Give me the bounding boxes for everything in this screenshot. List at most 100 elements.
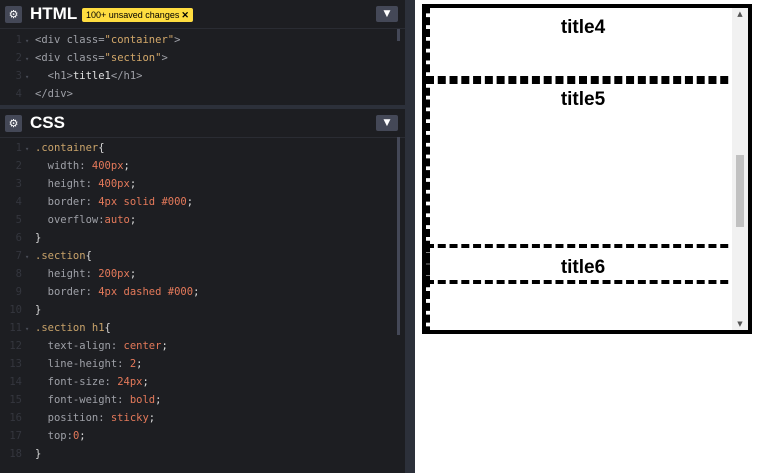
code-token: .container (35, 142, 99, 154)
code-token: ; (155, 394, 162, 406)
section-title: title6 (560, 257, 606, 278)
code-token: class= (66, 52, 105, 64)
code-token: top: (35, 430, 73, 442)
code-token: ; (186, 196, 194, 208)
container-preview[interactable]: title4 title5 title6 ▲ ▼ (422, 4, 752, 334)
section-box: title6 (426, 244, 740, 330)
preview-scrollbar[interactable]: ▲ ▼ (732, 8, 748, 330)
code-line[interactable]: 2 ▾ <div class="section"> (0, 49, 405, 67)
line-number: 10 (9, 304, 22, 316)
code-token: border: (35, 196, 99, 208)
code-token: ; (161, 340, 168, 352)
code-token: border: (35, 286, 99, 298)
code-token: 400px (98, 178, 130, 190)
line-number: 2 (15, 160, 22, 172)
code-token: ; (129, 268, 137, 280)
fold-arrow-icon[interactable]: ▾ (25, 32, 35, 50)
code-token: > (174, 34, 181, 46)
code-line[interactable]: 3 height: 400px; (0, 175, 405, 193)
code-token: ; (79, 430, 86, 442)
code-token: { (85, 250, 92, 262)
line-number: 13 (9, 358, 22, 370)
code-token: ; (129, 178, 137, 190)
code-token: ; (193, 286, 200, 298)
scrollbar-thumb[interactable] (736, 155, 744, 227)
code-token: 24px (117, 376, 143, 388)
code-token: 4px (98, 196, 118, 208)
code-token: #000 (167, 286, 194, 298)
code-line[interactable]: 5 overflow:auto; (0, 211, 405, 229)
code-line[interactable]: 2 width: 400px; (0, 157, 405, 175)
line-number: 14 (9, 376, 22, 388)
unsaved-changes-label: 100+ unsaved changes (86, 10, 180, 20)
fold-arrow-icon[interactable]: ▾ (25, 248, 35, 266)
fold-arrow-icon[interactable]: ▾ (25, 140, 35, 158)
line-number: 2 (15, 52, 22, 64)
code-line[interactable]: 3 ▾ <h1>title1</h1> (0, 67, 405, 85)
code-token: font-weight: (35, 394, 130, 406)
code-token: { (98, 142, 105, 154)
code-line[interactable]: 1 ▾ <div class="container"> (0, 31, 405, 49)
code-token: > (161, 52, 168, 64)
arrow-down-icon[interactable]: ▼ (732, 320, 748, 328)
line-number: 3 (15, 178, 22, 190)
code-token: #000 (161, 196, 187, 208)
code-line[interactable]: 15 font-weight: bold; (0, 391, 405, 409)
code-token: <div (35, 52, 67, 64)
code-line[interactable]: 1 ▾ .container{ (0, 139, 405, 157)
gear-icon[interactable]: ⚙ (5, 115, 22, 132)
code-token: auto (104, 214, 130, 226)
line-number: 16 (9, 412, 22, 424)
code-token: ; (142, 376, 149, 388)
arrow-up-icon[interactable]: ▲ (732, 10, 748, 18)
html-editor-scrollbar[interactable] (397, 29, 400, 41)
code-token: .section h1 (35, 322, 105, 334)
css-code-editor[interactable]: 1 ▾ .container{2 width: 400px; 3 height: 40… (0, 139, 405, 473)
code-token: 400px (91, 160, 124, 172)
fold-arrow-icon[interactable]: ▾ (25, 50, 35, 68)
css-panel-title: CSS (30, 113, 65, 132)
line-number: 15 (9, 394, 22, 406)
css-editor-scrollbar[interactable] (397, 137, 400, 335)
code-line[interactable]: 11 ▾ .section h1{ (0, 319, 405, 337)
code-token: ; (129, 214, 137, 226)
line-number: 11 (9, 322, 22, 334)
section-title: title4 (560, 17, 606, 38)
html-panel-title: HTML (30, 4, 78, 23)
code-line[interactable]: 8 height: 200px; (0, 265, 405, 283)
code-token: ; (148, 412, 156, 424)
html-code-editor[interactable]: 1 ▾ <div class="container"> 2 ▾ <div class="s… (0, 31, 405, 103)
close-icon[interactable]: ✕ (181, 10, 189, 20)
code-token: <div (35, 34, 67, 46)
gear-icon[interactable]: ⚙ (5, 6, 22, 23)
code-token: position: (35, 412, 111, 424)
code-token: text-align: (35, 340, 124, 352)
code-line[interactable]: 10} (0, 301, 405, 319)
fold-arrow-icon[interactable]: ▾ (25, 68, 35, 86)
code-token: overflow: (35, 214, 105, 226)
code-token: } (35, 232, 42, 244)
chevron-down-icon[interactable]: ▼ (376, 115, 398, 131)
code-token: ; (136, 358, 143, 370)
code-line[interactable]: 4 border: 4px solid #000; (0, 193, 405, 211)
code-token: .section (35, 250, 86, 262)
code-token: dashed (117, 286, 168, 298)
code-line[interactable]: 16 position: sticky; (0, 409, 405, 427)
code-line[interactable]: 18} (0, 445, 405, 463)
code-token: title1 (72, 70, 111, 82)
section-box: title4 (426, 8, 740, 84)
code-line[interactable]: 4 </div> (0, 85, 405, 103)
code-line[interactable]: 9 border: 4px dashed #000; (0, 283, 405, 301)
code-line[interactable]: 6} (0, 229, 405, 247)
code-token: { (104, 322, 111, 334)
code-line[interactable]: 13 line-height: 2; (0, 355, 405, 373)
code-line[interactable]: 7 ▾ .section{ (0, 247, 405, 265)
pane-resize-gutter[interactable] (405, 0, 415, 473)
unsaved-changes-badge[interactable]: 100+ unsaved changes ✕ (82, 8, 193, 22)
code-line[interactable]: 14 font-size: 24px; (0, 373, 405, 391)
fold-arrow-icon[interactable]: ▾ (25, 320, 35, 338)
code-token: sticky (110, 412, 149, 424)
chevron-down-icon[interactable]: ▼ (376, 6, 398, 22)
code-line[interactable]: 12 text-align: center; (0, 337, 405, 355)
code-line[interactable]: 17 top:0; (0, 427, 405, 445)
